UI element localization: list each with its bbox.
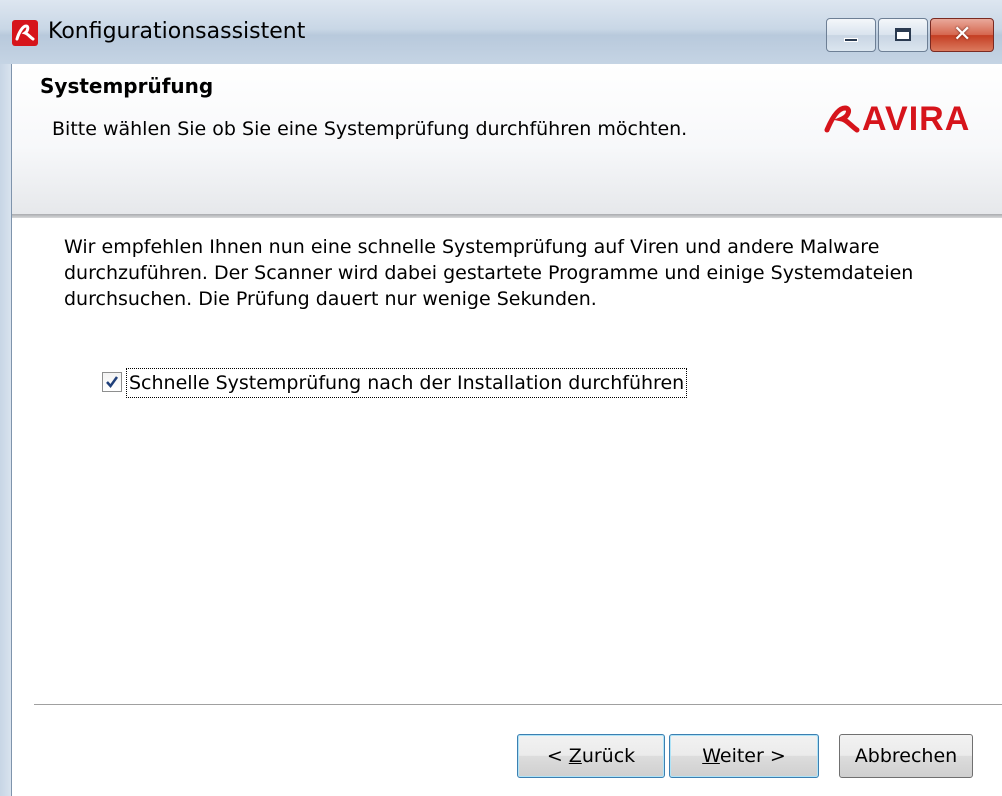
minimize-button[interactable] <box>826 18 876 52</box>
checkmark-icon <box>106 376 119 389</box>
wizard-window: Konfigurationsassistent ✕ Systemprüfung … <box>0 0 1002 796</box>
cancel-button[interactable]: Abbrechen <box>839 734 973 778</box>
maximize-button[interactable] <box>878 18 928 52</box>
description-line: Wir empfehlen Ihnen nun eine schnelle Sy… <box>64 236 880 258</box>
minimize-icon <box>844 38 858 42</box>
avira-logo-text: AVIRA <box>862 100 971 138</box>
close-button[interactable]: ✕ <box>930 18 994 52</box>
footer-separator <box>34 704 1002 708</box>
avira-app-icon <box>12 20 38 46</box>
back-button-mnemonic: Z <box>568 745 582 767</box>
back-button-prefix: < <box>546 745 569 767</box>
window-title: Konfigurationsassistent <box>48 19 306 44</box>
avira-logo: AVIRA <box>824 100 990 140</box>
next-button-mnemonic: W <box>702 745 720 767</box>
quick-scan-checkbox[interactable] <box>102 372 122 392</box>
wizard-content: Wir empfehlen Ihnen nun eine schnelle Sy… <box>12 218 1002 796</box>
page-title: Systemprüfung <box>40 74 214 98</box>
close-icon: ✕ <box>953 22 972 47</box>
back-button-label: urück <box>581 745 636 767</box>
avira-logo-icon <box>824 105 860 133</box>
page-subtitle: Bitte wählen Sie ob Sie eine Systemprüfu… <box>52 118 688 140</box>
back-button[interactable]: < Zurück <box>517 734 665 778</box>
quick-scan-checkbox-label[interactable]: Schnelle Systemprüfung nach der Installa… <box>126 368 688 398</box>
description-line: durchsuchen. Die Prüfung dauert nur weni… <box>64 288 597 310</box>
description-line: durchzuführen. Der Scanner wird dabei ge… <box>64 262 914 284</box>
next-button-label: eiter > <box>719 745 786 767</box>
maximize-icon <box>895 28 911 41</box>
description-text: Wir empfehlen Ihnen nun eine schnelle Sy… <box>64 234 964 312</box>
next-button[interactable]: Weiter > <box>669 734 819 778</box>
title-bar[interactable]: Konfigurationsassistent ✕ <box>0 0 1002 64</box>
wizard-header: Systemprüfung Bitte wählen Sie ob Sie ei… <box>12 64 1002 214</box>
